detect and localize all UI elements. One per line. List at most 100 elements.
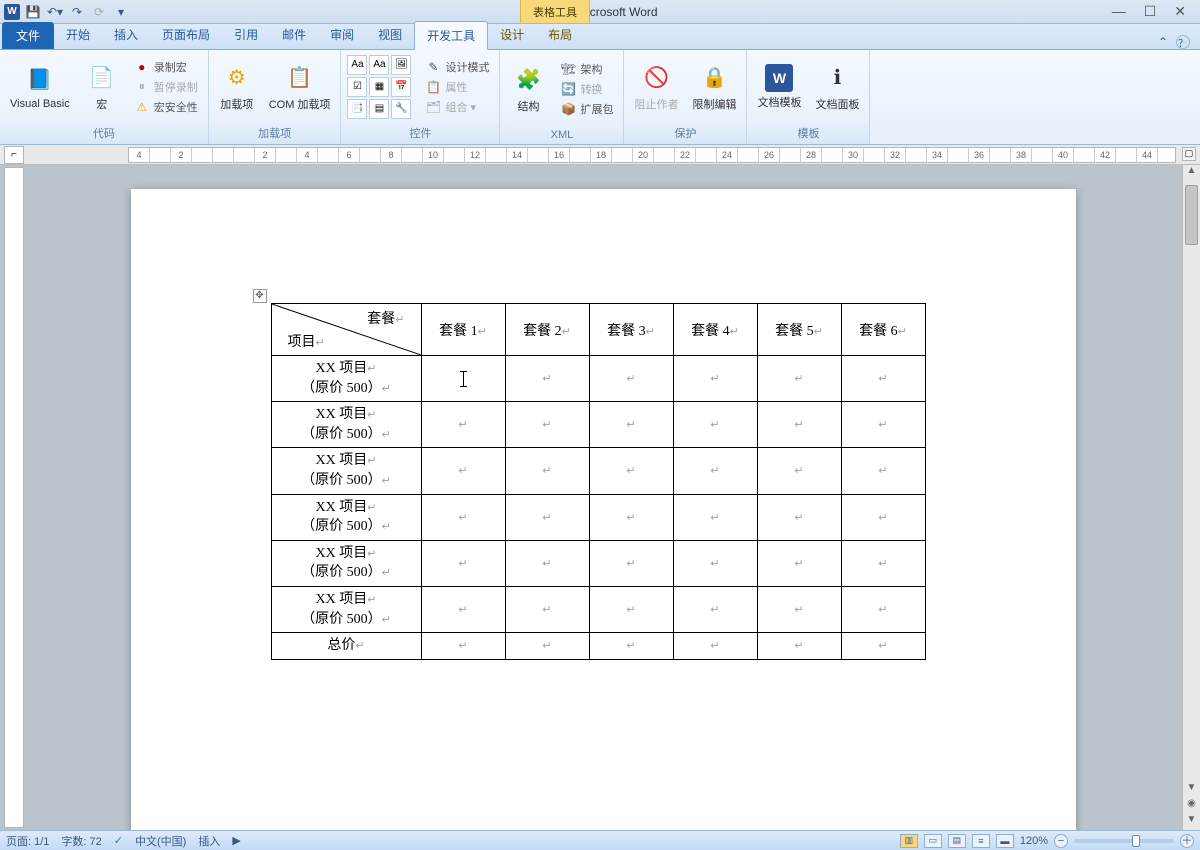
save-icon[interactable]: 💾: [24, 3, 42, 21]
table-cell-5-3[interactable]: ↵: [673, 586, 757, 632]
zoom-in-button[interactable]: ＋: [1180, 834, 1194, 848]
close-button[interactable]: ✕: [1174, 3, 1186, 20]
zoom-out-button[interactable]: −: [1054, 834, 1068, 848]
ribbon-button-结构[interactable]: 🧩结构: [506, 62, 550, 116]
table-cell-1-4[interactable]: ↵: [757, 402, 841, 448]
tab-开始[interactable]: 开始: [54, 21, 102, 49]
ribbon-button-宏[interactable]: 📄宏: [80, 60, 124, 114]
language-indicator[interactable]: 中文(中国): [135, 833, 186, 849]
tab-引用[interactable]: 引用: [222, 21, 270, 49]
table-cell-3-0[interactable]: ↵: [421, 494, 505, 540]
proofing-icon[interactable]: ✓: [114, 834, 123, 847]
view-print-layout[interactable]: ▥: [900, 834, 918, 848]
control-Aa-icon[interactable]: Aa: [369, 55, 389, 75]
row-header-2[interactable]: XX 项目↵（原价 500）↵: [271, 448, 421, 494]
table-cell-0-0[interactable]: [421, 356, 505, 402]
zoom-percent[interactable]: 120%: [1020, 835, 1048, 847]
table-cell-0-4[interactable]: ↵: [757, 356, 841, 402]
tab-设计[interactable]: 设计: [488, 21, 536, 49]
qat-customize-icon[interactable]: ▾: [112, 3, 130, 21]
total-cell-4[interactable]: ↵: [757, 633, 841, 660]
total-cell-0[interactable]: ↵: [421, 633, 505, 660]
ribbon-button-设计模式[interactable]: ✎设计模式: [421, 58, 493, 76]
next-page-icon[interactable]: ▼: [1183, 814, 1200, 830]
table-cell-1-3[interactable]: ↵: [673, 402, 757, 448]
total-cell-2[interactable]: ↵: [589, 633, 673, 660]
zoom-slider-knob[interactable]: [1132, 835, 1140, 847]
vertical-ruler[interactable]: [4, 167, 24, 828]
table-cell-2-3[interactable]: ↵: [673, 448, 757, 494]
document-area[interactable]: ✥ 套餐↵项目↵套餐 1↵套餐 2↵套餐 3↵套餐 4↵套餐 5↵套餐 6↵XX…: [24, 165, 1182, 830]
control-Aa-icon[interactable]: Aa: [347, 55, 367, 75]
column-header-0[interactable]: 套餐 1↵: [421, 304, 505, 356]
column-header-2[interactable]: 套餐 3↵: [589, 304, 673, 356]
ribbon-button-录制宏[interactable]: ●录制宏: [130, 58, 202, 76]
table-cell-0-3[interactable]: ↵: [673, 356, 757, 402]
table-cell-3-3[interactable]: ↵: [673, 494, 757, 540]
tab-视图[interactable]: 视图: [366, 21, 414, 49]
table-cell-3-5[interactable]: ↵: [841, 494, 925, 540]
tab-页面布局[interactable]: 页面布局: [150, 21, 222, 49]
table-cell-5-1[interactable]: ↵: [505, 586, 589, 632]
table-cell-5-5[interactable]: ↵: [841, 586, 925, 632]
ribbon-button-架构[interactable]: 🏗架构: [556, 60, 617, 78]
control-📅-icon[interactable]: 📅: [391, 77, 411, 97]
page-indicator[interactable]: 页面: 1/1: [6, 833, 49, 849]
table-cell-5-0[interactable]: ↵: [421, 586, 505, 632]
control-📑-icon[interactable]: 📑: [347, 99, 367, 119]
macro-record-icon[interactable]: ▶: [232, 834, 240, 847]
word-count[interactable]: 字数: 72: [61, 833, 101, 849]
view-draft[interactable]: ▬: [996, 834, 1014, 848]
ribbon-button-扩展包[interactable]: 📦扩展包: [556, 100, 617, 118]
table-cell-2-5[interactable]: ↵: [841, 448, 925, 494]
table-cell-2-4[interactable]: ↵: [757, 448, 841, 494]
prev-page-icon[interactable]: ◉: [1183, 798, 1200, 814]
scroll-down-icon[interactable]: ▼: [1183, 782, 1200, 798]
scroll-up-icon[interactable]: ▲: [1183, 165, 1200, 181]
insert-mode[interactable]: 插入: [198, 833, 220, 849]
ribbon-button-宏安全性[interactable]: ⚠宏安全性: [130, 98, 202, 116]
table-cell-1-2[interactable]: ↵: [589, 402, 673, 448]
table-cell-4-0[interactable]: ↵: [421, 540, 505, 586]
table-cell-4-3[interactable]: ↵: [673, 540, 757, 586]
total-cell-1[interactable]: ↵: [505, 633, 589, 660]
table-cell-0-2[interactable]: ↵: [589, 356, 673, 402]
tab-审阅[interactable]: 审阅: [318, 21, 366, 49]
table-cell-1-0[interactable]: ↵: [421, 402, 505, 448]
table-cell-3-1[interactable]: ↵: [505, 494, 589, 540]
refresh-icon[interactable]: ⟳: [90, 3, 108, 21]
row-header-3[interactable]: XX 项目↵（原价 500）↵: [271, 494, 421, 540]
row-header-5[interactable]: XX 项目↵（原价 500）↵: [271, 586, 421, 632]
table-cell-4-1[interactable]: ↵: [505, 540, 589, 586]
table-cell-2-0[interactable]: ↵: [421, 448, 505, 494]
table-cell-3-4[interactable]: ↵: [757, 494, 841, 540]
document-table[interactable]: 套餐↵项目↵套餐 1↵套餐 2↵套餐 3↵套餐 4↵套餐 5↵套餐 6↵XX 项…: [271, 303, 926, 660]
table-cell-4-5[interactable]: ↵: [841, 540, 925, 586]
zoom-slider[interactable]: [1074, 839, 1174, 843]
table-cell-2-2[interactable]: ↵: [589, 448, 673, 494]
ribbon-button-COM 加载项[interactable]: 📋COM 加载项: [265, 60, 335, 114]
table-cell-4-4[interactable]: ↵: [757, 540, 841, 586]
ribbon-button-文档面板[interactable]: ℹ文档面板: [811, 60, 863, 114]
column-header-3[interactable]: 套餐 4↵: [673, 304, 757, 356]
tab-selector[interactable]: ⌐: [4, 146, 24, 164]
table-move-handle[interactable]: ✥: [253, 289, 267, 303]
total-cell-5[interactable]: ↵: [841, 633, 925, 660]
ruler-toggle-icon[interactable]: ▢: [1182, 147, 1196, 161]
table-cell-5-4[interactable]: ↵: [757, 586, 841, 632]
view-outline[interactable]: ≡: [972, 834, 990, 848]
total-cell-3[interactable]: ↵: [673, 633, 757, 660]
tab-布局[interactable]: 布局: [536, 21, 584, 49]
tab-插入[interactable]: 插入: [102, 21, 150, 49]
horizontal-ruler[interactable]: 4224681012141618202224262830323436384042…: [128, 147, 1176, 163]
minimize-button[interactable]: —: [1112, 3, 1126, 20]
ribbon-minimize-icon[interactable]: ⌃: [1158, 35, 1168, 49]
redo-icon[interactable]: ↷: [68, 3, 86, 21]
maximize-button[interactable]: ☐: [1144, 3, 1157, 20]
table-cell-1-1[interactable]: ↵: [505, 402, 589, 448]
view-full-screen[interactable]: ▭: [924, 834, 942, 848]
table-cell-5-2[interactable]: ↵: [589, 586, 673, 632]
table-cell-2-1[interactable]: ↵: [505, 448, 589, 494]
table-cell-4-2[interactable]: ↵: [589, 540, 673, 586]
table-cell-0-5[interactable]: ↵: [841, 356, 925, 402]
